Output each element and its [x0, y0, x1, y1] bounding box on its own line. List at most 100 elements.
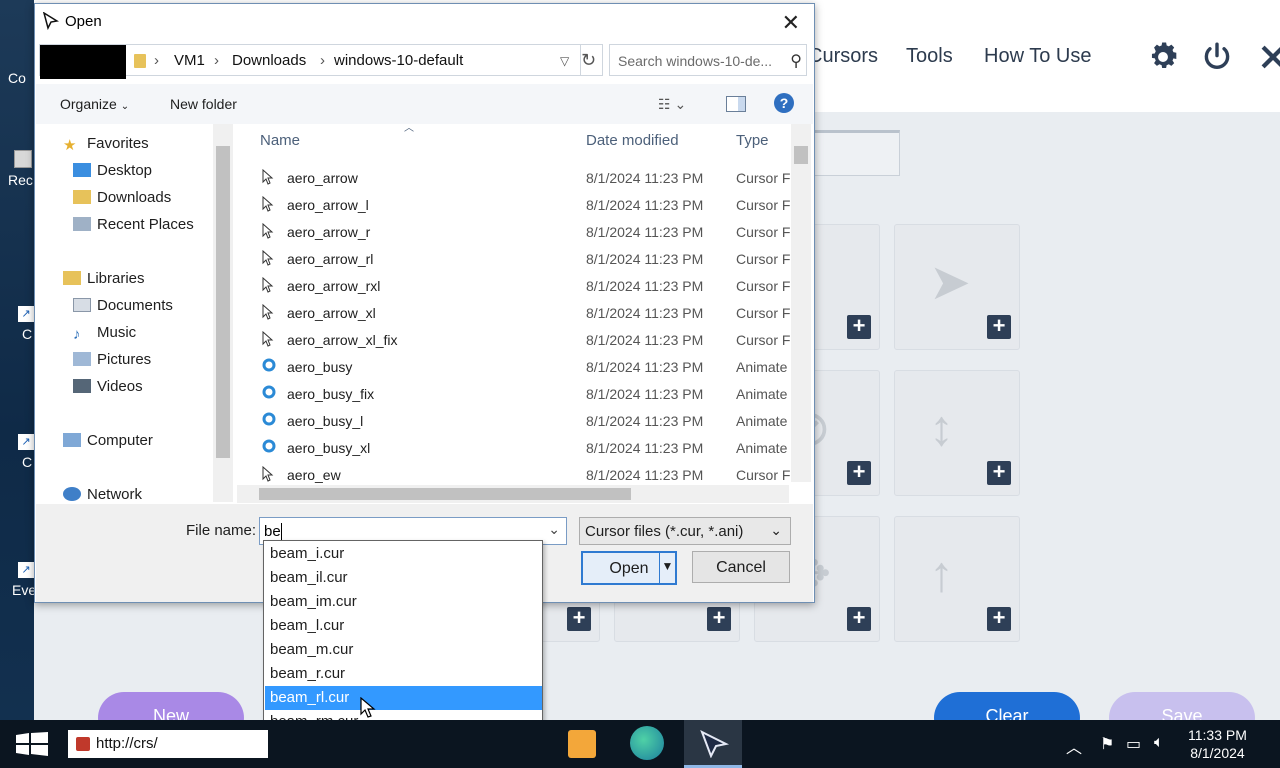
open-file-dialog: Open ✕ › VM1 › Downloads › windows-10-de… — [34, 3, 815, 603]
autocomplete-item[interactable]: beam_l.cur — [265, 614, 542, 638]
nav-documents[interactable]: Documents — [73, 297, 173, 314]
refresh-icon[interactable]: ↻ — [575, 44, 603, 76]
file-row[interactable]: aero_arrow_xl_fix 8/1/2024 11:23 PM Cursor… — [252, 326, 792, 353]
column-type[interactable]: Type — [736, 132, 769, 149]
autocomplete-item[interactable]: beam_rl.cur — [265, 686, 542, 710]
sort-up-icon: ︿ — [404, 123, 414, 134]
column-date-modified[interactable]: Date modified — [586, 132, 679, 149]
scroll-thumb[interactable] — [794, 146, 808, 164]
nav-recent-places[interactable]: Recent Places — [73, 216, 194, 233]
file-row[interactable]: aero_busy_fix 8/1/2024 11:23 PM Animate — [252, 380, 792, 407]
gear-icon[interactable] — [1146, 40, 1180, 74]
nav-favorites[interactable]: ★ Favorites — [63, 135, 149, 154]
file-list-horizontal-scrollbar[interactable] — [237, 485, 789, 503]
add-icon[interactable]: + — [847, 461, 871, 485]
dialog-titlebar[interactable]: Open ✕ — [35, 4, 814, 38]
action-center-flag-icon[interactable]: ⚑ — [1100, 734, 1114, 754]
cursor-slot-working[interactable]: ➤ + — [894, 224, 1020, 350]
autocomplete-item[interactable]: beam_i.cur — [265, 542, 542, 566]
nav-libraries[interactable]: Libraries — [63, 270, 145, 287]
scroll-thumb[interactable] — [216, 146, 230, 458]
add-icon[interactable]: + — [987, 315, 1011, 339]
search-icon[interactable]: ⚲ — [790, 51, 802, 71]
breadcrumb-downloads[interactable]: Downloads — [232, 52, 306, 69]
nav-desktop[interactable]: Desktop — [73, 162, 152, 179]
close-app-icon[interactable] — [1256, 40, 1280, 74]
taskbar-address-input[interactable]: http://crs/ — [68, 730, 268, 758]
nav-videos[interactable]: Videos — [73, 378, 143, 395]
file-row[interactable]: aero_busy_l 8/1/2024 11:23 PM Animate — [252, 407, 792, 434]
taskbar-app-browser[interactable] — [620, 720, 678, 768]
file-name: aero_arrow_rxl — [287, 278, 381, 294]
add-icon[interactable]: + — [707, 607, 731, 631]
clock-time: 11:33 PM — [1188, 727, 1247, 743]
chevron-down-icon[interactable]: ▽ — [560, 54, 569, 68]
nav-pictures[interactable]: Pictures — [73, 351, 151, 368]
view-options-icon[interactable]: ☷ ⌄ — [658, 96, 686, 113]
address-bar[interactable]: › VM1 › Downloads › windows-10-default ▽ — [39, 44, 581, 79]
autocomplete-item[interactable]: beam_r.cur — [265, 662, 542, 686]
file-name-value: be — [264, 523, 281, 540]
preview-pane-icon[interactable] — [726, 96, 746, 112]
cursor-slot-vertical-resize[interactable]: ↕ + — [894, 370, 1020, 496]
nav-computer[interactable]: Computer — [63, 432, 153, 449]
power-icon[interactable] — [1200, 40, 1234, 74]
nav-downloads[interactable]: Downloads — [73, 189, 171, 206]
file-row[interactable]: aero_arrow 8/1/2024 11:23 PM Cursor Fi — [252, 164, 792, 191]
cursor-slot-alternate[interactable]: ↑ + — [894, 516, 1020, 642]
file-date: 8/1/2024 11:23 PM — [586, 251, 704, 267]
desktop-icon-computer[interactable]: Co — [8, 40, 34, 86]
autocomplete-item[interactable]: beam_m.cur — [265, 638, 542, 662]
system-clock[interactable]: 11:33 PM 8/1/2024 — [1188, 726, 1247, 762]
nav-how-to-use[interactable]: How To Use — [984, 45, 1091, 68]
media-player-icon — [568, 730, 596, 758]
file-name: aero_busy_l — [287, 413, 364, 429]
nav-pane-scrollbar[interactable] — [213, 124, 233, 502]
file-type-select[interactable]: Cursor files (*.cur, *.ani) ⌄ — [579, 517, 791, 545]
desktop-shortcut-3[interactable]: ↗ Eve — [8, 562, 36, 598]
organize-button[interactable]: Organize ⌄ — [60, 96, 129, 112]
autocomplete-item[interactable]: beam_im.cur — [265, 590, 542, 614]
file-row[interactable]: aero_ew 8/1/2024 11:23 PM Cursor Fi — [252, 461, 792, 488]
help-icon[interactable]: ? — [774, 93, 794, 113]
file-row[interactable]: aero_busy_xl 8/1/2024 11:23 PM Animate — [252, 434, 792, 461]
open-split-arrow-icon[interactable]: ▼ — [659, 553, 675, 583]
file-row[interactable]: aero_arrow_xl 8/1/2024 11:23 PM Cursor Fi — [252, 299, 792, 326]
breadcrumb-current-folder[interactable]: windows-10-default — [334, 52, 463, 69]
chevron-down-icon[interactable]: ⌄ — [548, 521, 560, 538]
network-icon[interactable]: ▭ — [1126, 734, 1141, 754]
file-list-scrollbar[interactable] — [791, 124, 811, 482]
folder-icon — [134, 54, 146, 68]
scroll-thumb[interactable] — [259, 488, 631, 500]
file-row[interactable]: aero_arrow_rxl 8/1/2024 11:23 PM Cursor Fi — [252, 272, 792, 299]
file-row[interactable]: aero_busy 8/1/2024 11:23 PM Animate — [252, 353, 792, 380]
desktop-shortcut-2[interactable]: ↗ C — [8, 434, 34, 470]
autocomplete-item[interactable]: beam_il.cur — [265, 566, 542, 590]
nav-cursors[interactable]: Cursors — [808, 45, 878, 68]
add-icon[interactable]: + — [567, 607, 591, 631]
add-icon[interactable]: + — [987, 461, 1011, 485]
close-icon[interactable]: ✕ — [782, 10, 800, 36]
new-folder-button[interactable]: New folder — [170, 96, 237, 112]
file-row[interactable]: aero_arrow_l 8/1/2024 11:23 PM Cursor Fi — [252, 191, 792, 218]
taskbar-app-media[interactable] — [556, 720, 614, 768]
cancel-button[interactable]: Cancel — [692, 551, 790, 583]
file-row[interactable]: aero_arrow_rl 8/1/2024 11:23 PM Cursor Fi — [252, 245, 792, 272]
breadcrumb-vm1[interactable]: VM1 — [174, 52, 205, 69]
nav-music[interactable]: ♪ Music — [73, 324, 136, 343]
file-date: 8/1/2024 11:23 PM — [586, 197, 704, 213]
volume-muted-icon[interactable]: 🔈︎ — [1154, 734, 1164, 752]
desktop-shortcut-1[interactable]: ↗ C — [8, 306, 34, 342]
add-icon[interactable]: + — [987, 607, 1011, 631]
add-icon[interactable]: + — [847, 315, 871, 339]
nav-network[interactable]: Network — [63, 486, 142, 503]
taskbar-app-cursor-editor[interactable] — [684, 720, 742, 768]
search-input[interactable]: Search windows-10-de... ⚲ — [609, 44, 807, 76]
desktop-icon-recycle-bin[interactable]: Rec — [8, 150, 34, 188]
file-row[interactable]: aero_arrow_r 8/1/2024 11:23 PM Cursor Fi — [252, 218, 792, 245]
add-icon[interactable]: + — [847, 607, 871, 631]
column-name[interactable]: Name — [260, 132, 300, 149]
nav-tools[interactable]: Tools — [906, 45, 953, 68]
windows-start-icon[interactable] — [14, 732, 50, 756]
show-hidden-icons-chevron-up-icon[interactable]: ︿ — [1066, 734, 1082, 758]
